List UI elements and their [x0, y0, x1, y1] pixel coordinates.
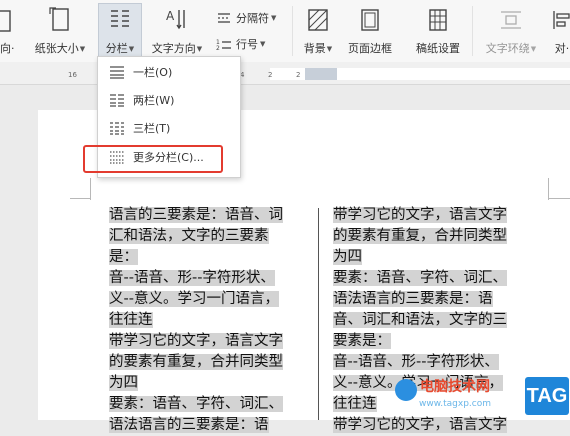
- paper-size-button[interactable]: 纸张大小▼: [34, 6, 86, 56]
- text-direction-label: 文字方向: [151, 42, 196, 55]
- ruler-mark: 2: [268, 71, 273, 79]
- menu-item-label: 两栏(W): [133, 94, 175, 107]
- paper-size-label: 纸张大小: [34, 42, 79, 55]
- layout-ribbon: 向· 纸张大小▼ 分栏▼ A 文字方向▼ 分隔符 ▼ 12 行号 ▼ 背景▼ 页面边…: [0, 0, 570, 63]
- watermark-url: www.tagxp.com: [419, 399, 491, 409]
- text-direction-icon: A: [164, 6, 190, 32]
- crop-mark: [548, 198, 570, 199]
- text-line: 为四: [109, 375, 138, 391]
- svg-text:A: A: [166, 9, 175, 23]
- crop-mark: [90, 178, 91, 200]
- page-border-button[interactable]: 页面边框: [344, 6, 396, 56]
- chevron-down-icon: ▼: [128, 45, 135, 53]
- chevron-down-icon: ▼: [79, 45, 86, 53]
- separator-label: 分隔符: [236, 12, 269, 25]
- text-wrap-icon: [499, 6, 523, 32]
- paper-size-icon: [48, 6, 72, 32]
- menu-item-one-column[interactable]: 一栏(O): [98, 59, 240, 85]
- text-line: 带学习它的文字，语言文字: [333, 207, 507, 223]
- text-line: 语法语言的三要素是：语: [333, 291, 493, 307]
- text-line: 语言的三要素是：语音、词: [109, 207, 283, 223]
- ribbon-divider: [292, 6, 293, 56]
- highlight-box: [83, 145, 223, 173]
- columns-label: 分栏: [105, 42, 128, 55]
- text-line: 的要素有重复，合并同类型: [109, 354, 283, 370]
- line-number-button[interactable]: 12 行号 ▼: [216, 36, 265, 52]
- chevron-down-icon: ▼: [271, 14, 277, 22]
- text-line: 带学习它的文字，语言文字: [109, 333, 283, 349]
- text-line: 往往连: [109, 312, 153, 328]
- column-separator-line: [318, 208, 319, 420]
- separator-button[interactable]: 分隔符 ▼: [216, 10, 276, 26]
- crop-mark: [548, 178, 549, 200]
- menu-item-label: 三栏(T): [133, 122, 171, 135]
- background-icon: [307, 6, 329, 32]
- svg-text:2: 2: [216, 45, 220, 51]
- chevron-down-icon: ▼: [196, 45, 203, 53]
- text-line: 义--意义。学习一门语言，: [109, 291, 279, 307]
- ruler-mark: 2: [296, 71, 301, 79]
- chevron-down-icon: ▼: [530, 45, 537, 53]
- horizontal-ruler[interactable]: 16 14 12 10 8 6 4 2 2: [0, 62, 570, 85]
- orientation-label: 向·: [0, 42, 15, 55]
- text-line: 要素：语音、字符、词汇、: [109, 396, 283, 412]
- line-number-icon: 12: [216, 39, 231, 51]
- text-line: 为四: [333, 249, 362, 265]
- text-line: 是：: [109, 249, 138, 265]
- ruler-column-gap[interactable]: [305, 68, 337, 80]
- page-border-icon: [359, 6, 381, 32]
- manuscript-grid-icon: [427, 6, 449, 32]
- line-number-label: 行号: [236, 38, 258, 51]
- text-wrap-button[interactable]: 文字环绕▼: [482, 6, 540, 56]
- background-label: 背景: [303, 42, 326, 55]
- one-column-icon: [110, 66, 124, 79]
- columns-button[interactable]: 分栏▼: [98, 6, 142, 56]
- columns-icon: [108, 6, 132, 32]
- text-line: 的要素有重复，合并同类型: [333, 228, 507, 244]
- tag-logo: TAG: [525, 377, 569, 415]
- ribbon-divider: [472, 6, 473, 56]
- crop-mark: [70, 198, 90, 199]
- align-label: 对·: [554, 42, 570, 55]
- manuscript-button[interactable]: 稿纸设置: [412, 6, 464, 56]
- two-columns-icon: [110, 94, 124, 107]
- text-line: 语法语言的三要素是：语: [109, 417, 269, 433]
- text-line: 音、词汇和语法，文字的三: [333, 312, 507, 328]
- separator-icon: [218, 13, 230, 23]
- chevron-down-icon: ▼: [260, 40, 266, 48]
- menu-item-label: 一栏(O): [133, 66, 173, 79]
- ruler-mark: 16: [68, 71, 77, 79]
- globe-logo-icon: [395, 379, 417, 401]
- orientation-icon: [0, 6, 14, 32]
- three-columns-icon: [110, 122, 124, 135]
- text-line: 要素：语音、字符、词汇、: [333, 270, 507, 286]
- text-wrap-label: 文字环绕: [485, 42, 530, 55]
- left-column-text[interactable]: 语言的三要素是：语音、词 汇和语法，文字的三要素 是： 音--语音、形--字符形…: [109, 205, 283, 436]
- text-line: 汇和语法，文字的三要素: [109, 228, 269, 244]
- align-button[interactable]: 对·: [547, 6, 570, 56]
- background-button[interactable]: 背景▼: [298, 6, 338, 56]
- manuscript-label: 稿纸设置: [416, 42, 460, 55]
- chevron-down-icon: ▼: [326, 45, 333, 53]
- watermark-site-name: 电脑技术网: [420, 379, 490, 395]
- text-direction-button[interactable]: A 文字方向▼: [146, 6, 208, 56]
- menu-item-three-columns[interactable]: 三栏(T): [98, 115, 240, 141]
- text-line: 要素是：: [333, 333, 391, 349]
- watermark: 电脑技术网 www.tagxp.com TAG: [393, 373, 570, 420]
- text-line: 音--语音、形--字符形状、: [109, 270, 275, 286]
- align-icon: [551, 6, 570, 32]
- text-line: 音--语音、形--字符形状、: [333, 354, 499, 370]
- menu-item-two-columns[interactable]: 两栏(W): [98, 87, 240, 113]
- orientation-button[interactable]: 向·: [0, 6, 15, 56]
- page-border-label: 页面边框: [348, 42, 392, 55]
